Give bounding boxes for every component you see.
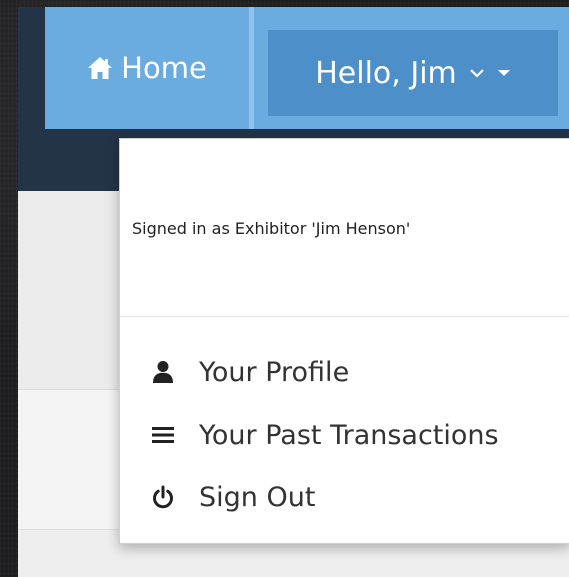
user-menu-toggle[interactable]: Hello, Jim [268, 30, 558, 116]
user-dropdown-menu: Signed in as Exhibitor 'Jim Henson' Your… [119, 138, 569, 544]
menu-item-label: Sign Out [199, 481, 316, 513]
signed-in-text: Signed in as Exhibitor 'Jim Henson' [132, 219, 411, 238]
menu-item-past-transactions[interactable]: Your Past Transactions [120, 407, 569, 463]
home-nav-label: Home [121, 51, 207, 85]
list-icon [148, 426, 178, 444]
menu-item-label: Your Past Transactions [199, 419, 499, 451]
home-icon [87, 56, 113, 80]
menu-item-sign-out[interactable]: Sign Out [120, 469, 569, 525]
home-nav-button[interactable]: Home [45, 7, 249, 129]
chevron-down-icon [469, 68, 485, 78]
menu-item-label: Your Profile [199, 356, 350, 388]
menu-item-your-profile[interactable]: Your Profile [120, 344, 569, 400]
power-icon [148, 485, 178, 509]
app-screen: Home Hello, Jim Signed in as Exhibitor '… [18, 7, 569, 577]
user-icon [148, 360, 178, 384]
caret-down-icon [497, 69, 511, 77]
user-greeting: Hello, Jim [315, 55, 457, 91]
menu-divider [120, 316, 569, 317]
